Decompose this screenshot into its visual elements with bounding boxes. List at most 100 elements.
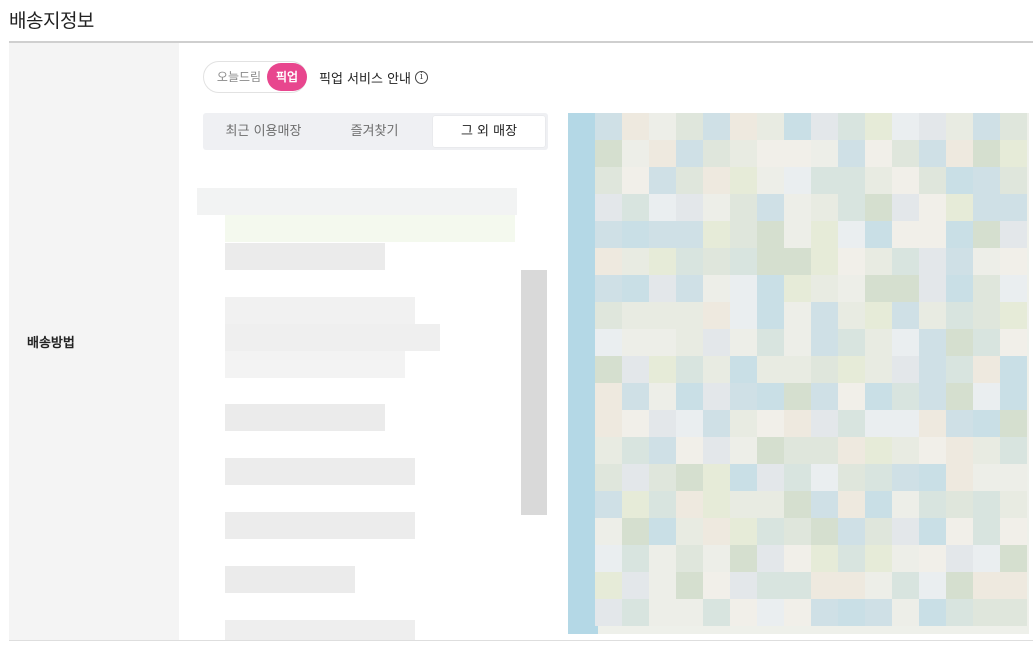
blurred-map-tile xyxy=(838,140,865,167)
blurred-map-tile xyxy=(649,194,676,221)
blurred-map-tile xyxy=(946,545,973,572)
blurred-map-tile xyxy=(919,464,946,491)
blurred-map-tile xyxy=(811,518,838,545)
blurred-map-tile xyxy=(865,518,892,545)
blurred-map-tile xyxy=(919,113,946,140)
blurred-map-tile xyxy=(838,491,865,518)
blurred-map-tile xyxy=(757,545,784,572)
blurred-map-tile xyxy=(676,464,703,491)
blurred-map-tile xyxy=(595,491,622,518)
blurred-map-tile xyxy=(595,464,622,491)
blurred-map-tile xyxy=(703,194,730,221)
pickup-service-info-label: 픽업 서비스 안내 xyxy=(319,72,411,87)
blurred-map-tile xyxy=(595,599,622,626)
blurred-map-tile xyxy=(811,302,838,329)
blurred-map-tile xyxy=(595,356,622,383)
blurred-map-tile xyxy=(622,383,649,410)
blurred-map-tile xyxy=(946,572,973,599)
blurred-map-tile xyxy=(649,464,676,491)
tab-favorites[interactable]: 즐겨찾기 xyxy=(317,116,432,147)
blurred-map-tile xyxy=(1000,464,1027,491)
delivery-method-label: 배송방법 xyxy=(27,336,75,351)
blurred-map-tile xyxy=(1000,194,1027,221)
blurred-map-tile xyxy=(649,518,676,545)
blurred-map-tile xyxy=(946,491,973,518)
blurred-map-tile xyxy=(730,167,757,194)
blurred-map-tile xyxy=(838,545,865,572)
blurred-map-tile xyxy=(676,491,703,518)
blurred-map-tile xyxy=(865,140,892,167)
blurred-map-tile xyxy=(730,410,757,437)
toggle-option-pickup[interactable]: 픽업 xyxy=(267,63,307,91)
blurred-map-tile xyxy=(676,599,703,626)
blurred-map-tile xyxy=(757,167,784,194)
blurred-map-tile xyxy=(730,383,757,410)
blurred-map-tile xyxy=(622,356,649,383)
blurred-map-tile xyxy=(676,572,703,599)
blurred-map-tile xyxy=(784,545,811,572)
blurred-map-tile xyxy=(946,356,973,383)
blurred-map-tile xyxy=(946,410,973,437)
blurred-map-tile xyxy=(622,329,649,356)
blurred-map-tile xyxy=(703,518,730,545)
blurred-map-tile xyxy=(757,194,784,221)
blurred-map-tile xyxy=(703,275,730,302)
blurred-map-tile xyxy=(622,572,649,599)
blurred-map-tile xyxy=(757,410,784,437)
blurred-map-tile xyxy=(973,329,1000,356)
blurred-map-tile xyxy=(730,194,757,221)
blurred-map-tile xyxy=(919,410,946,437)
blurred-map-tile xyxy=(973,167,1000,194)
blurred-map-tile xyxy=(1000,329,1027,356)
blurred-map-tile xyxy=(865,194,892,221)
blurred-map-tile xyxy=(919,572,946,599)
blurred-map-tile xyxy=(946,518,973,545)
blurred-map-tile xyxy=(811,275,838,302)
blurred-map-tile xyxy=(865,437,892,464)
pickup-service-info-link[interactable]: 픽업 서비스 안내 i xyxy=(319,68,428,87)
store-map-blurred xyxy=(568,113,1029,634)
blurred-map-tile xyxy=(730,248,757,275)
blurred-map-tile xyxy=(973,275,1000,302)
blurred-list-row xyxy=(225,351,405,379)
toggle-option-today-delivery[interactable]: 오늘드림 xyxy=(210,62,268,92)
blurred-map-tile xyxy=(595,167,622,194)
blurred-map-tile xyxy=(919,545,946,572)
blurred-map-tile xyxy=(946,194,973,221)
blurred-map-tile xyxy=(865,248,892,275)
blurred-map-tile xyxy=(622,167,649,194)
blurred-map-tile xyxy=(1000,599,1027,626)
blurred-map-tile xyxy=(784,356,811,383)
blurred-map-tile xyxy=(757,302,784,329)
blurred-map-tile xyxy=(730,329,757,356)
tab-other-stores[interactable]: 그 외 매장 xyxy=(433,116,545,147)
blurred-map-tile xyxy=(676,518,703,545)
blurred-map-tile xyxy=(703,383,730,410)
blurred-map-tile xyxy=(892,356,919,383)
blurred-map-tile xyxy=(757,248,784,275)
blurred-map-tile xyxy=(973,356,1000,383)
blurred-map-tile xyxy=(838,518,865,545)
blurred-map-tile xyxy=(811,194,838,221)
blurred-map-tile xyxy=(946,221,973,248)
blurred-map-tile xyxy=(784,302,811,329)
blurred-map-tile xyxy=(973,491,1000,518)
blurred-map-tile xyxy=(1000,383,1027,410)
section-title: 배송지정보 xyxy=(9,10,94,32)
blurred-map-tile xyxy=(676,275,703,302)
blurred-map-tile xyxy=(973,194,1000,221)
blurred-map-tile xyxy=(973,518,1000,545)
blurred-map-tile xyxy=(919,275,946,302)
blurred-map-tile xyxy=(1000,545,1027,572)
blurred-map-tile xyxy=(865,221,892,248)
blurred-map-tile xyxy=(784,464,811,491)
blurred-map-tile xyxy=(595,302,622,329)
blurred-map-tile xyxy=(892,518,919,545)
blurred-map-tile xyxy=(649,437,676,464)
blurred-map-tile xyxy=(649,140,676,167)
blurred-map-tile xyxy=(595,545,622,572)
tab-recent-stores[interactable]: 최근 이용매장 xyxy=(206,116,321,147)
blurred-map-tile xyxy=(919,248,946,275)
blurred-map-tile xyxy=(703,221,730,248)
blurred-map-tile xyxy=(757,140,784,167)
